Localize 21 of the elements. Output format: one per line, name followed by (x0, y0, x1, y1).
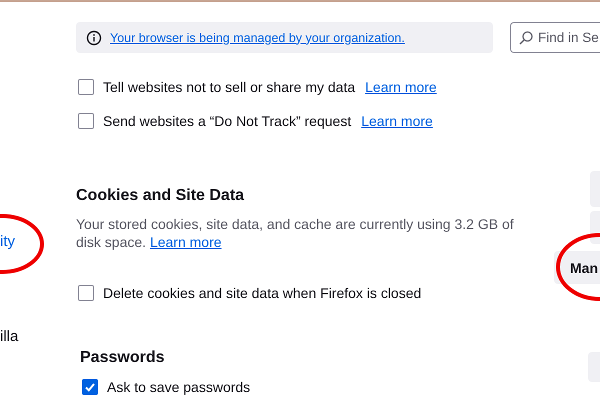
section-heading: Cookies and Site Data (76, 187, 246, 205)
search-icon (518, 30, 534, 46)
checkbox[interactable] (78, 285, 94, 301)
info-icon (86, 30, 102, 46)
learn-more-link[interactable]: Learn more (361, 113, 433, 129)
sidebar-item[interactable]: ity (0, 233, 76, 250)
checkbox-label: Delete cookies and site data when Firefox is closed (103, 285, 422, 301)
checkbox-label: Tell websites not to sell or share my data (103, 79, 356, 95)
sidebar-item[interactable]: illa (0, 328, 76, 345)
storage-description: Your stored cookies, site data, and cache are currently using 3.2 GB of disk space. Learn more (76, 215, 515, 251)
managed-link[interactable]: Your browser is being managed by your organization. (110, 30, 405, 44)
learn-more-link[interactable]: Learn more (150, 234, 222, 250)
checkbox[interactable] (82, 379, 98, 395)
checkbox[interactable] (78, 113, 94, 129)
learn-more-link[interactable]: Learn more (365, 79, 437, 95)
checkbox-label: Send websites a “Do Not Track” request (103, 113, 352, 129)
checkbox[interactable] (78, 79, 94, 95)
search-field[interactable]: Find in Se (510, 22, 600, 53)
section-heading: Passwords (80, 349, 166, 367)
manage-data-button[interactable]: Man (554, 251, 600, 284)
checkbox-label: Ask to save passwords (107, 379, 250, 395)
